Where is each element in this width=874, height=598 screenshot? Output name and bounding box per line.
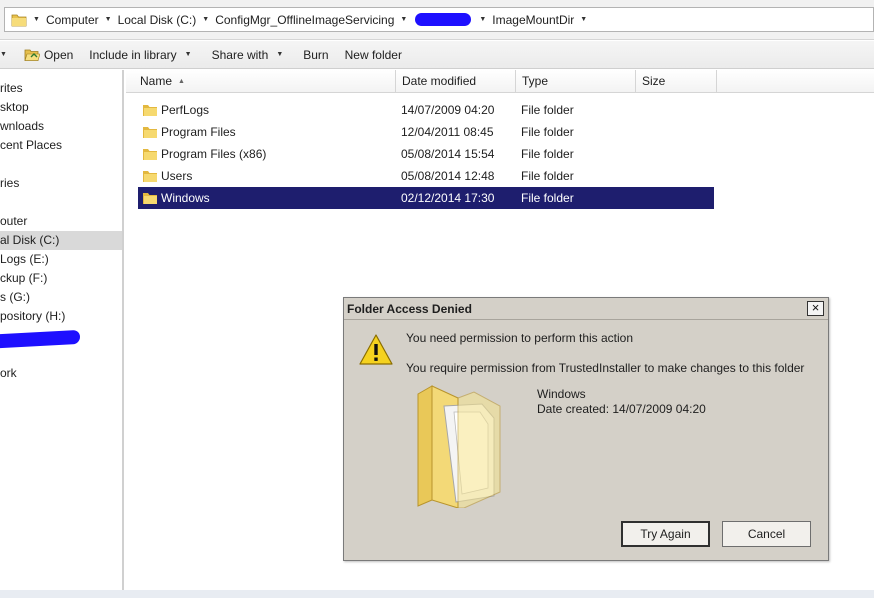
- column-date-label: Date modified: [402, 74, 477, 88]
- column-name-label: Name: [140, 74, 173, 88]
- folder-icon: [143, 127, 157, 138]
- include-in-library-button[interactable]: Include in library ▼: [89, 41, 191, 68]
- chevron-icon[interactable]: ▼: [202, 16, 209, 23]
- chevron-down-icon: ▼: [0, 51, 7, 58]
- nav-item-network[interactable]: ork: [0, 364, 122, 383]
- dialog-message: You need permission to perform this acti…: [406, 331, 634, 345]
- file-type: File folder: [521, 125, 574, 139]
- warning-icon: [359, 334, 393, 365]
- file-date: 14/07/2009 04:20: [401, 103, 495, 117]
- folder-icon: [143, 171, 157, 182]
- folder-name: Windows: [537, 387, 586, 401]
- dialog-title-bar[interactable]: Folder Access Denied ×: [344, 298, 828, 320]
- folder-icon: [143, 193, 157, 204]
- nav-item-libraries[interactable]: ries: [0, 174, 122, 193]
- redaction-mark: [0, 329, 80, 349]
- navigation-pane[interactable]: rites sktop wnloads cent Places ries out…: [0, 70, 124, 590]
- column-size-label: Size: [642, 74, 666, 88]
- burn-button[interactable]: Burn: [303, 41, 328, 68]
- address-bar: ▼ Computer ▼ Local Disk (C:) ▼ ConfigMgr…: [0, 0, 874, 40]
- table-row[interactable]: Users 05/08/2014 12:48 File folder: [138, 165, 714, 187]
- column-header-size[interactable]: Size: [636, 70, 717, 93]
- file-type: File folder: [521, 191, 574, 205]
- table-row[interactable]: Program Files 12/04/2011 08:45 File fold…: [138, 121, 714, 143]
- command-bar: ▼ Open Include in library ▼ Share with ▼…: [0, 41, 874, 69]
- file-type: File folder: [521, 147, 574, 161]
- file-date: 12/04/2011 08:45: [401, 125, 494, 139]
- share-label: Share with: [211, 47, 269, 62]
- file-type: File folder: [521, 169, 574, 183]
- open-label: Open: [43, 47, 74, 62]
- new-folder-button[interactable]: New folder: [345, 41, 402, 68]
- file-date: 05/08/2014 12:48: [401, 169, 495, 183]
- file-date: 05/08/2014 15:54: [401, 147, 495, 161]
- status-strip: [0, 590, 874, 598]
- folder-access-denied-dialog: Folder Access Denied × You need permissi…: [343, 297, 829, 561]
- file-type: File folder: [521, 103, 574, 117]
- folder-icon: [143, 149, 157, 160]
- breadcrumb-imagemountdir[interactable]: ImageMountDir: [492, 13, 574, 27]
- redaction-mark: [415, 13, 472, 26]
- new-folder-label: New folder: [344, 47, 402, 62]
- share-with-button[interactable]: Share with ▼: [212, 41, 284, 68]
- table-row[interactable]: PerfLogs 14/07/2009 04:20 File folder: [138, 99, 714, 121]
- nav-item-g-drive[interactable]: s (G:): [0, 288, 122, 307]
- nav-item-favorites[interactable]: rites: [0, 79, 122, 98]
- nav-item-recent-places[interactable]: cent Places: [0, 136, 122, 155]
- nav-item-downloads[interactable]: wnloads: [0, 117, 122, 136]
- open-button[interactable]: Open: [24, 41, 73, 68]
- table-row[interactable]: Program Files (x86) 05/08/2014 15:54 Fil…: [138, 143, 714, 165]
- file-name: Users: [161, 169, 193, 183]
- file-name: Windows: [161, 191, 210, 205]
- file-name: PerfLogs: [161, 103, 210, 117]
- large-folder-icon: [417, 385, 501, 508]
- chevron-down-icon: ▼: [184, 51, 192, 58]
- column-headers: Name ▲ Date modified Type Size: [126, 70, 874, 93]
- sort-ascending-icon: ▲: [178, 78, 185, 85]
- nav-item-local-disk[interactable]: al Disk (C:): [0, 231, 122, 250]
- chevron-down-icon: ▼: [276, 51, 284, 58]
- burn-label: Burn: [303, 47, 329, 62]
- breadcrumb-local-disk[interactable]: Local Disk (C:): [118, 13, 197, 27]
- chevron-icon[interactable]: ▼: [33, 16, 40, 23]
- dialog-title: Folder Access Denied: [347, 302, 472, 316]
- folder-icon: [143, 105, 157, 116]
- folder-date-created: Date created: 14/07/2009 04:20: [537, 402, 706, 416]
- column-header-date[interactable]: Date modified: [396, 70, 516, 93]
- chevron-icon[interactable]: ▼: [479, 16, 486, 23]
- close-button[interactable]: ×: [807, 301, 824, 316]
- nav-item-desktop[interactable]: sktop: [0, 98, 122, 117]
- column-header-name[interactable]: Name ▲: [134, 70, 396, 93]
- table-row-selected[interactable]: Windows 02/12/2014 17:30 File folder: [138, 187, 714, 209]
- organize-dropdown[interactable]: ▼: [0, 41, 7, 68]
- breadcrumb-computer[interactable]: Computer: [46, 13, 99, 27]
- address-field[interactable]: ▼ Computer ▼ Local Disk (C:) ▼ ConfigMgr…: [4, 7, 874, 32]
- cancel-button[interactable]: Cancel: [722, 521, 811, 547]
- include-label: Include in library: [89, 47, 177, 62]
- open-folder-icon: [24, 49, 40, 61]
- breadcrumb-configmgr[interactable]: ConfigMgr_OfflineImageServicing: [215, 13, 394, 27]
- column-type-label: Type: [522, 74, 549, 88]
- close-icon: ×: [811, 300, 820, 315]
- dialog-detail: You require permission from TrustedInsta…: [406, 361, 805, 375]
- nav-item-backup-drive[interactable]: ckup (F:): [0, 269, 122, 288]
- nav-item-logs-drive[interactable]: Logs (E:): [0, 250, 122, 269]
- file-name: Program Files: [161, 125, 236, 139]
- chevron-icon[interactable]: ▼: [105, 16, 112, 23]
- nav-item-computer[interactable]: outer: [0, 212, 122, 231]
- try-again-button[interactable]: Try Again: [621, 521, 710, 547]
- file-date: 02/12/2014 17:30: [401, 191, 495, 205]
- column-header-type[interactable]: Type: [516, 70, 636, 93]
- nav-item-repository-drive[interactable]: pository (H:): [0, 307, 122, 326]
- folder-icon: [11, 14, 27, 26]
- file-name: Program Files (x86): [161, 147, 267, 161]
- chevron-down-icon[interactable]: ▼: [580, 16, 587, 23]
- chevron-icon[interactable]: ▼: [400, 16, 407, 23]
